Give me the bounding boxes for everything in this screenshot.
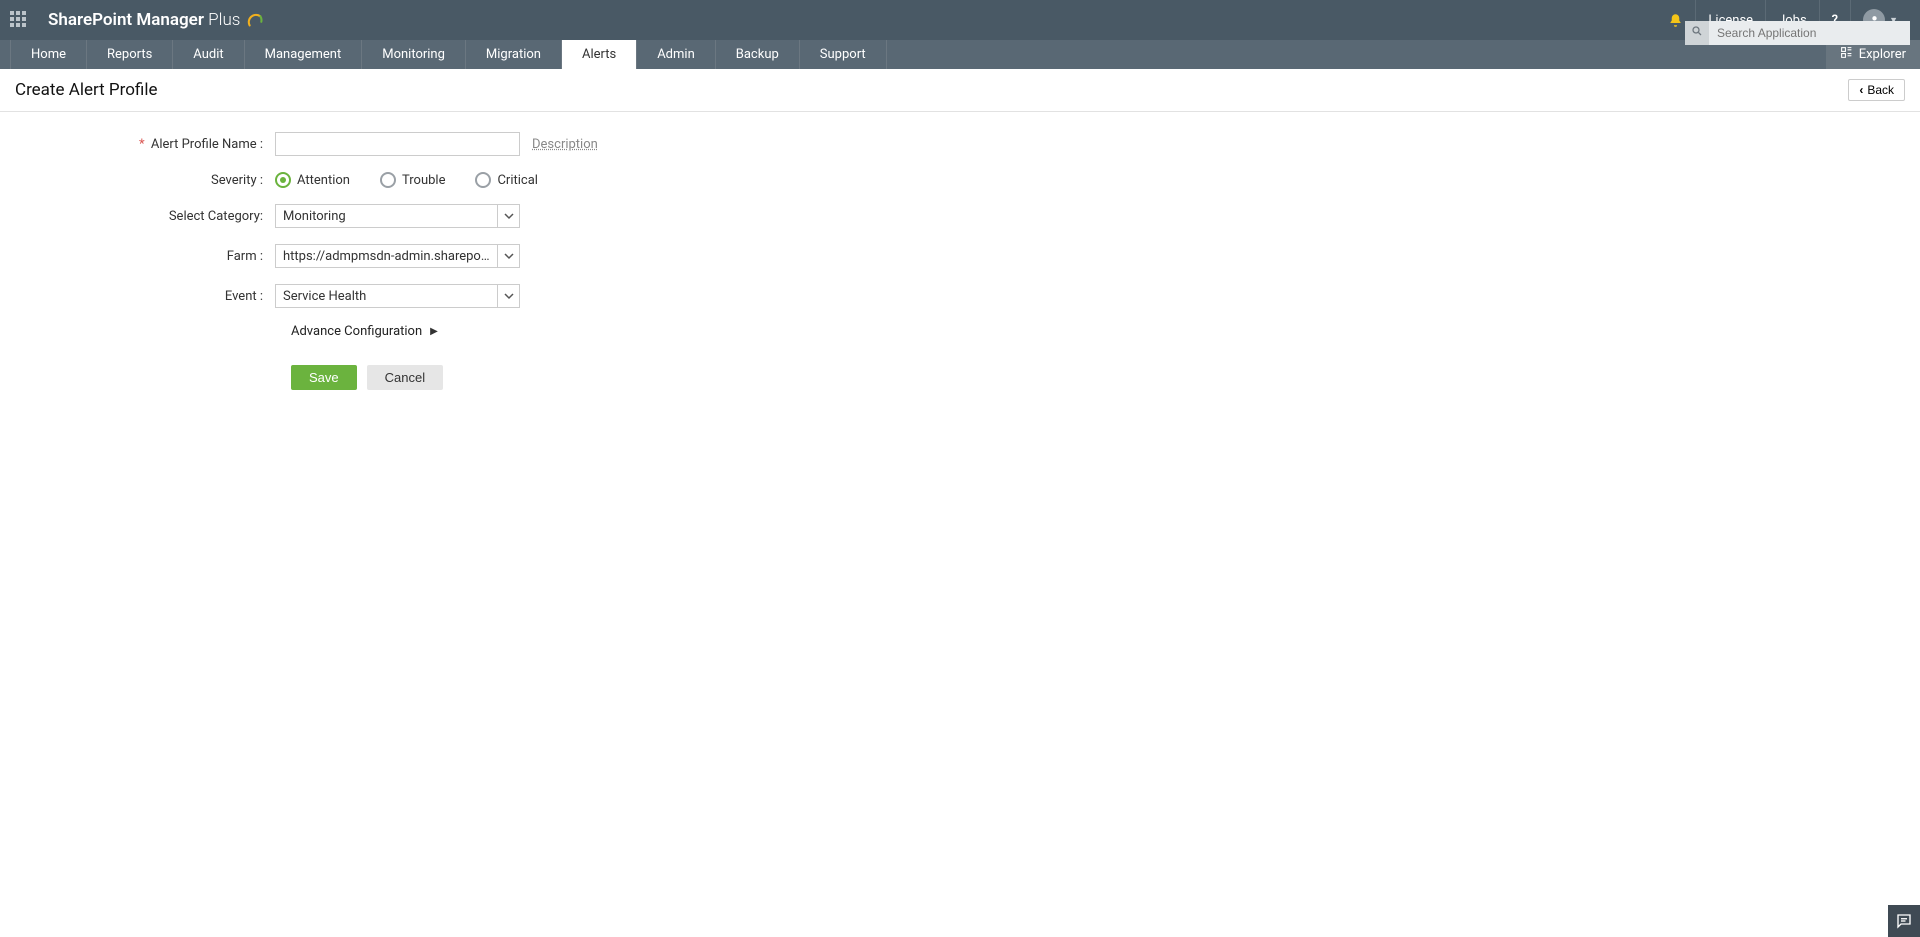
severity-attention-label: Attention <box>297 173 350 188</box>
event-select[interactable]: Service Health <box>275 284 520 308</box>
tab-support[interactable]: Support <box>800 40 887 69</box>
tab-home[interactable]: Home <box>10 40 87 69</box>
brand-arc-icon <box>246 11 264 29</box>
search-icon <box>1685 25 1709 41</box>
event-value: Service Health <box>276 289 497 304</box>
chevron-down-icon[interactable] <box>497 285 519 307</box>
advance-config-toggle[interactable]: Advance Configuration ▶ <box>291 324 1905 339</box>
tab-audit[interactable]: Audit <box>173 40 244 69</box>
farm-select[interactable]: https://admpmsdn-admin.sharepoint <box>275 244 520 268</box>
severity-attention[interactable]: Attention <box>275 172 350 188</box>
required-asterisk: * <box>139 137 145 152</box>
chevron-down-icon[interactable] <box>497 245 519 267</box>
severity-label: Severity : <box>15 173 275 188</box>
apps-grid-icon[interactable] <box>10 11 28 29</box>
profile-name-label: * Alert Profile Name : <box>15 137 275 152</box>
chevron-left-icon: ‹ <box>1859 83 1863 97</box>
tab-management[interactable]: Management <box>245 40 363 69</box>
explorer-icon <box>1840 46 1853 63</box>
navbar: Home Reports Audit Management Monitoring… <box>0 40 1920 69</box>
event-label: Event : <box>15 289 275 304</box>
severity-critical-label: Critical <box>497 173 537 188</box>
chat-fab[interactable] <box>1888 905 1920 937</box>
radio-icon <box>475 172 491 188</box>
category-value: Monitoring <box>276 209 497 224</box>
form: * Alert Profile Name : Description Sever… <box>0 112 1920 420</box>
severity-critical[interactable]: Critical <box>475 172 537 188</box>
tab-alerts[interactable]: Alerts <box>562 40 637 69</box>
chevron-down-icon[interactable] <box>497 205 519 227</box>
severity-trouble-label: Trouble <box>402 173 446 188</box>
radio-icon-selected <box>275 172 291 188</box>
brand-main: SharePoint Manager <box>48 10 204 30</box>
severity-trouble[interactable]: Trouble <box>380 172 446 188</box>
tab-reports[interactable]: Reports <box>87 40 173 69</box>
explorer-label: Explorer <box>1859 47 1906 62</box>
cancel-button[interactable]: Cancel <box>367 365 443 390</box>
page-title: Create Alert Profile <box>15 80 158 100</box>
page-header: Create Alert Profile ‹ Back <box>0 69 1920 112</box>
search-input[interactable] <box>1709 21 1910 45</box>
category-label: Select Category: <box>15 209 275 224</box>
save-button[interactable]: Save <box>291 365 357 390</box>
farm-label: Farm : <box>15 249 275 264</box>
back-button[interactable]: ‹ Back <box>1848 79 1905 101</box>
brand: SharePoint Manager Plus <box>48 10 264 30</box>
back-label: Back <box>1867 83 1894 97</box>
tab-monitoring[interactable]: Monitoring <box>362 40 466 69</box>
severity-radios: Attention Trouble Critical <box>275 172 538 188</box>
radio-icon <box>380 172 396 188</box>
tab-migration[interactable]: Migration <box>466 40 562 69</box>
topbar: SharePoint Manager Plus License Jobs ? ▼ <box>0 0 1920 40</box>
advance-config-label: Advance Configuration <box>291 324 422 339</box>
tab-admin[interactable]: Admin <box>637 40 716 69</box>
profile-name-input[interactable] <box>275 132 520 156</box>
farm-value: https://admpmsdn-admin.sharepoint <box>276 249 497 264</box>
brand-suffix: Plus <box>208 10 240 30</box>
profile-name-label-text: Alert Profile Name : <box>151 137 263 152</box>
triangle-right-icon: ▶ <box>430 326 438 337</box>
tab-backup[interactable]: Backup <box>716 40 800 69</box>
description-link[interactable]: Description <box>532 137 598 152</box>
category-select[interactable]: Monitoring <box>275 204 520 228</box>
search-box[interactable] <box>1685 21 1910 45</box>
